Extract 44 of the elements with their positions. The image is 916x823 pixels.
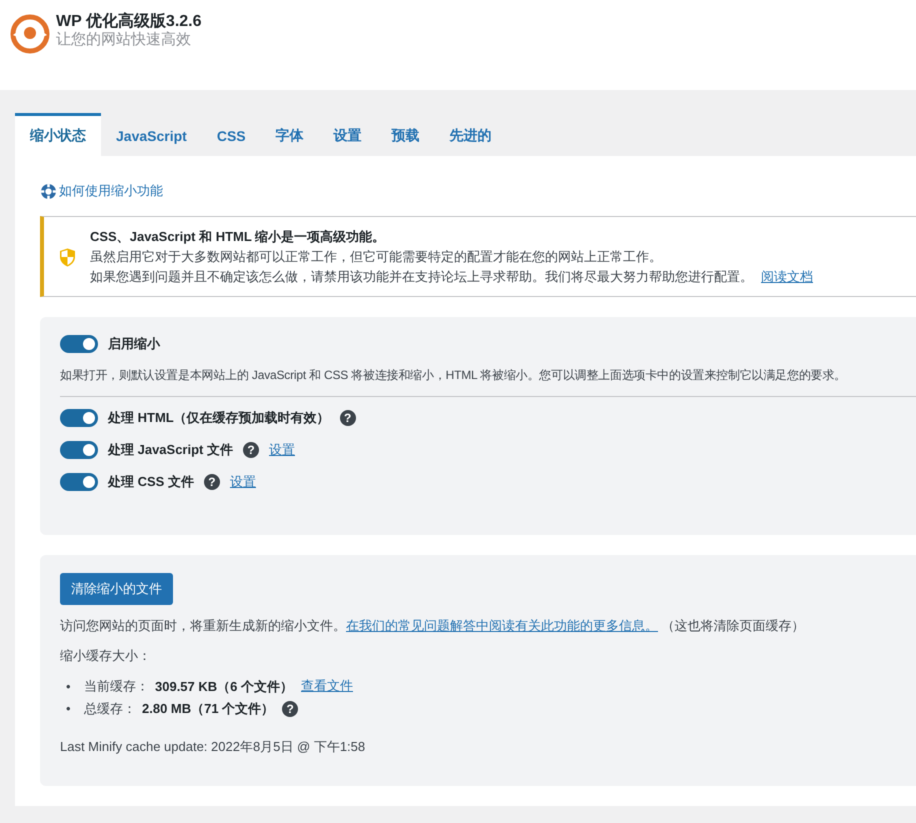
tab[interactable]: JavaScript [101,113,202,156]
help-icon[interactable]: ? [243,442,259,458]
cache-label: 当前缓存： [84,678,149,694]
tab[interactable]: 先进的 [434,113,507,156]
purge-description: 访问您网站的页面时，将重新生成新的缩小文件。在我们的常见问题解答中阅读有关此功能的更多信息。 （这也将清除页面缓存） [60,617,806,635]
minify-description: 如果打开，则默认设置是本网站上的 JavaScript 和 CSS 将被连接和缩小，HTML 将被缩小。您可以调整上面选项卡中的设置来控制它以满足您的要求。 [60,367,847,384]
notice-text: 如果您遇到问题并且不确定该怎么做，请禁用该功能并在支持论坛上寻求帮助。我们将尽最大努力帮助您进行配置。 阅读文档 [90,268,813,286]
help-icon[interactable]: ? [204,474,220,490]
help-link[interactable]: 如何使用缩小功能 [59,182,163,200]
settings-link[interactable]: 设置 [269,441,295,459]
eye-logo-icon [10,14,50,54]
toggle-switch[interactable] [60,473,98,491]
faq-link[interactable]: 在我们的常见问题解答中阅读有关此功能的更多信息。 [346,618,658,633]
purge-minified-button[interactable]: 清除缩小的文件 [60,573,173,605]
toggle-switch[interactable] [60,441,98,459]
toggle-label: 处理 JavaScript 文件 [108,441,233,459]
notice-title: CSS、JavaScript 和 HTML 缩小是一项高级功能。 [90,228,386,246]
bullet-marker: • [66,701,72,716]
plugin-title: WP 优化高级版3.2.6 [56,12,202,31]
toggle-label: 启用缩小 [108,335,160,353]
toggle-label: 处理 HTML（仅在缓存预加载时有效） [108,409,330,427]
read-docs-link[interactable]: 阅读文档 [761,269,813,284]
cache-value: 309.57 KB（6 个文件） [155,678,293,694]
cache-size-label: 缩小缓存大小： [60,647,152,665]
settings-link[interactable]: 设置 [230,473,256,491]
bullet-marker: • [66,679,72,694]
plugin-subtitle: 让您的网站快速高效 [56,31,192,49]
lifebuoy-icon [40,182,57,200]
help-icon[interactable]: ? [282,700,298,717]
help-icon[interactable]: ? [340,410,356,426]
tab[interactable]: 设置 [318,113,377,156]
view-files-link[interactable]: 查看文件 [301,678,353,693]
tab[interactable]: 字体 [260,113,319,156]
tab[interactable]: 预载 [376,113,435,156]
last-update-text: Last Minify cache update: 2022年8月5日 @ 下午1:58 [60,738,366,756]
tab[interactable]: 缩小状态 [15,113,101,156]
cache-value: 2.80 MB（71 个文件） [142,700,274,716]
toggle-switch[interactable] [60,409,98,427]
notice-text: 虽然启用它对于大多数网站都可以正常工作，但它可能需要特定的配置才能在您的网站上正常工作。 [90,248,663,266]
toggle-switch[interactable] [60,335,98,353]
tab[interactable]: CSS [202,113,261,156]
cache-label: 总缓存： [84,700,136,716]
toggle-label: 处理 CSS 文件 [108,473,194,491]
shield-icon [59,248,76,266]
